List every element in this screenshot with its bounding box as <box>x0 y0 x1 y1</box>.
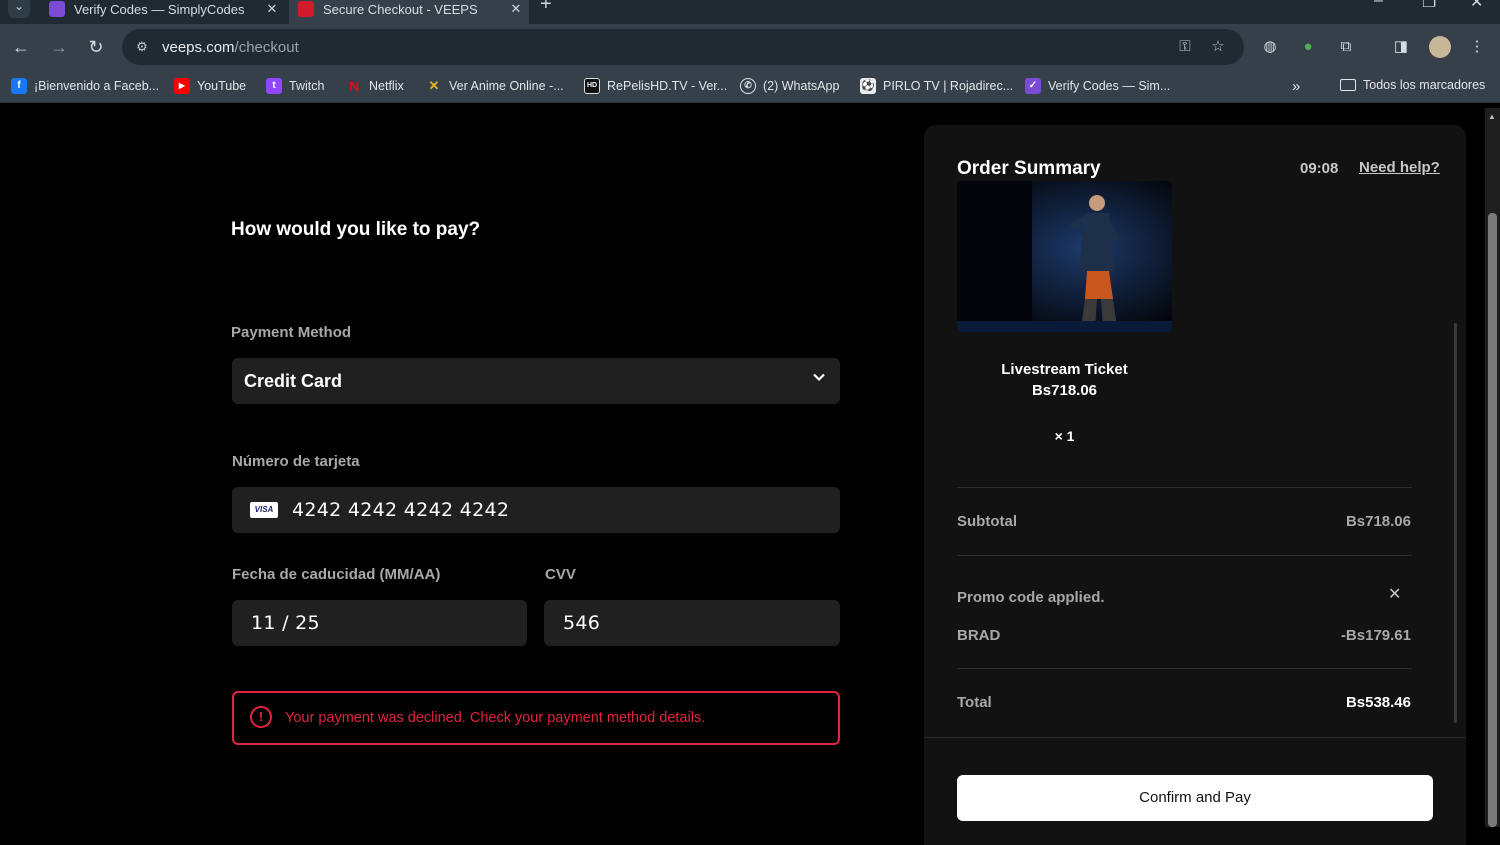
youtube-icon: ▶ <box>174 78 190 94</box>
site-settings-icon[interactable]: ⚙ <box>132 37 152 57</box>
order-summary-footer: Confirm and Pay <box>924 737 1466 827</box>
promo-code: BRAD <box>957 627 1001 644</box>
total-label: Total <box>957 694 992 711</box>
bookmark-whatsapp[interactable]: ✆ (2) WhatsApp <box>740 78 839 94</box>
card-number-value: 4242 4242 4242 4242 <box>292 499 510 521</box>
remove-promo-close-icon[interactable]: ✕ <box>1388 584 1401 604</box>
profile-avatar-icon[interactable] <box>1429 36 1451 58</box>
simplycodes-favicon-icon <box>49 1 65 17</box>
divider <box>957 668 1412 669</box>
product-quantity: × 1 <box>1054 428 1075 444</box>
scrollbar-thumb[interactable] <box>1488 213 1497 827</box>
divider <box>957 487 1412 488</box>
extension-green-icon[interactable]: ● <box>1298 37 1318 57</box>
browser-menu-icon[interactable]: ⋮ <box>1467 37 1487 57</box>
forward-arrow-icon[interactable]: → <box>47 35 71 59</box>
total-value: Bs538.46 <box>1345 694 1411 711</box>
product-price: Bs718.06 <box>1031 382 1098 399</box>
anime-icon: ✕ <box>428 78 440 93</box>
address-bar[interactable]: ⚙ veeps.com/checkout ⚿ ☆ <box>122 29 1244 65</box>
payment-method-label: Payment Method <box>231 324 352 341</box>
cvv-label: CVV <box>545 566 576 583</box>
subtotal-value: Bs718.06 <box>1345 513 1411 530</box>
whatsapp-icon: ✆ <box>740 78 756 94</box>
tab-secure-checkout[interactable]: Secure Checkout - VEEPS ✕ <box>289 0 529 24</box>
tab-title: Verify Codes — SimplyCodes <box>74 1 245 17</box>
bookmark-twitch[interactable]: t Twitch <box>266 78 324 94</box>
tab-search-chevron-icon[interactable]: ⌄ <box>8 0 30 18</box>
netflix-icon: N <box>348 78 360 94</box>
reload-icon[interactable]: ↻ <box>84 35 108 59</box>
bookmark-pirlo-tv[interactable]: ⚽ PIRLO TV | Rojadirec... <box>860 78 1013 94</box>
bookmark-repelishd[interactable]: HD RePelisHD.TV - Ver... <box>584 78 727 94</box>
simplycodes-icon: ✓ <box>1025 78 1041 94</box>
new-tab-plus-icon[interactable]: + <box>540 0 552 16</box>
password-key-icon[interactable]: ⚿ <box>1176 38 1194 56</box>
more-bookmarks-chevron-icon[interactable]: » <box>1292 78 1300 95</box>
cvv-input[interactable]: 546 <box>544 600 840 646</box>
facebook-icon: f <box>11 78 27 94</box>
veeps-favicon-icon <box>298 1 314 17</box>
twitch-icon: t <box>266 78 282 94</box>
checkout-page: How would you like to pay? Payment Metho… <box>0 108 1485 845</box>
error-message: Your payment was declined. Check your pa… <box>285 710 706 726</box>
bookmark-star-icon[interactable]: ☆ <box>1209 38 1227 56</box>
promo-discount-value: -Bs179.61 <box>1340 627 1411 644</box>
confirm-and-pay-button[interactable]: Confirm and Pay <box>957 775 1433 821</box>
card-number-input[interactable]: VISA 4242 4242 4242 4242 <box>232 487 840 533</box>
order-summary-title: Order Summary <box>957 158 1101 179</box>
event-thumbnail <box>957 181 1172 332</box>
restore-icon[interactable]: ❐ <box>1422 0 1436 12</box>
divider <box>957 555 1412 556</box>
payment-question-heading: How would you like to pay? <box>231 219 481 240</box>
card-number-label: Número de tarjeta <box>232 453 360 470</box>
side-panel-icon[interactable]: ◨ <box>1391 37 1411 57</box>
extensions-puzzle-icon[interactable]: ⧉ <box>1336 37 1356 57</box>
bookmark-anime[interactable]: ✕ Ver Anime Online -... <box>426 78 564 94</box>
payment-declined-alert: ! Your payment was declined. Check your … <box>232 691 840 745</box>
alert-exclamation-icon: ! <box>250 706 272 728</box>
minimize-icon[interactable]: – <box>1374 0 1383 10</box>
close-window-icon[interactable]: ✕ <box>1470 0 1483 12</box>
product-name: Livestream Ticket <box>1001 361 1128 378</box>
folder-icon <box>1340 79 1356 91</box>
bookmark-youtube[interactable]: ▶ YouTube <box>174 78 246 94</box>
expiry-label: Fecha de caducidad (MM/AA) <box>232 566 441 583</box>
bookmark-netflix[interactable]: N Netflix <box>346 78 404 94</box>
payment-method-select[interactable]: Credit Card <box>232 358 840 404</box>
cvv-value: 546 <box>563 612 601 634</box>
expiry-value: 11 / 25 <box>251 612 320 634</box>
summary-scrollbar[interactable] <box>1454 323 1457 723</box>
performer-image <box>957 181 1172 332</box>
url-text[interactable]: veeps.com/checkout <box>162 39 299 56</box>
payment-method-value: Credit Card <box>244 371 343 391</box>
page-scrollbar[interactable]: ▲ <box>1485 108 1500 827</box>
bookmarks-bar: f ¡Bienvenido a Faceb... ▶ YouTube t Twitch… <box>0 70 1500 103</box>
chevron-down-icon <box>812 370 826 389</box>
tab-strip: ⌄ Verify Codes — SimplyCodes ✕ Secure Ch… <box>0 0 1500 24</box>
close-tab-icon[interactable]: ✕ <box>259 1 285 17</box>
expiry-input[interactable]: 11 / 25 <box>232 600 527 646</box>
back-arrow-icon[interactable]: ← <box>9 35 33 59</box>
pirlo-icon: ⚽ <box>860 78 876 94</box>
hd-icon: HD <box>584 78 600 94</box>
promo-applied-label: Promo code applied. <box>957 589 1105 606</box>
extension-globe-icon[interactable]: ◍ <box>1260 37 1280 57</box>
close-tab-icon[interactable]: ✕ <box>503 1 529 17</box>
bookmark-facebook[interactable]: f ¡Bienvenido a Faceb... <box>11 78 159 94</box>
all-bookmarks[interactable]: Todos los marcadores <box>1340 78 1485 92</box>
bookmark-verify-codes[interactable]: ✓ Verify Codes — Sim... <box>1025 78 1170 94</box>
visa-card-icon: VISA <box>250 502 278 518</box>
browser-toolbar: ← → ↻ ⚙ veeps.com/checkout ⚿ ☆ ◍ ● ⧉ ◨ ⋮ <box>0 24 1500 70</box>
tab-verify-codes[interactable]: Verify Codes — SimplyCodes ✕ <box>40 0 285 24</box>
need-help-link[interactable]: Need help? <box>1359 159 1440 176</box>
tab-title: Secure Checkout - VEEPS <box>323 1 478 17</box>
subtotal-label: Subtotal <box>957 513 1017 530</box>
checkout-timer: 09:08 <box>1300 160 1339 177</box>
scroll-up-arrow-icon[interactable]: ▲ <box>1488 112 1496 121</box>
